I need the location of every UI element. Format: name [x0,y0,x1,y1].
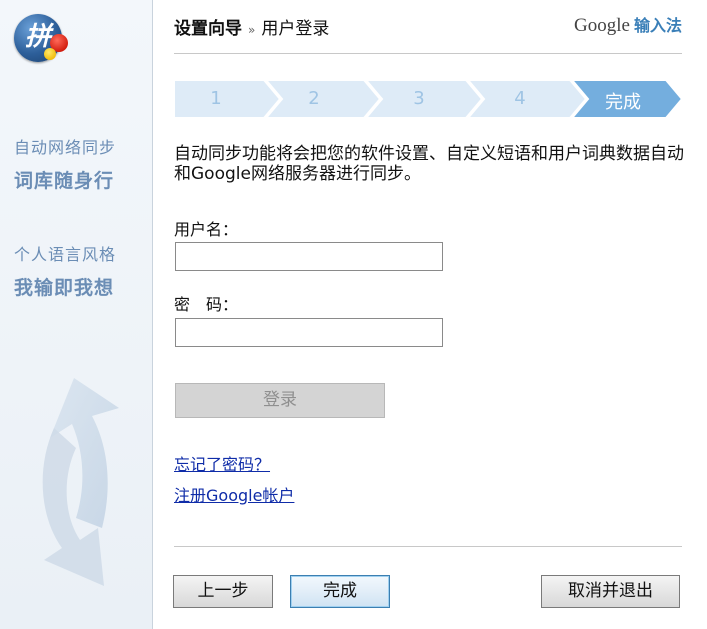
step-4-label: 4 [514,88,526,109]
header-divider [174,53,682,54]
page-title: 用户登录 [261,19,330,39]
previous-button[interactable]: 上一步 [173,575,273,608]
breadcrumb: 设置向导 » 用户登录 [174,14,329,39]
forgot-password-link[interactable]: 忘记了密码？ [174,451,270,475]
step-2-label: 2 [308,88,320,109]
logo-yellow-dot-icon [44,48,56,60]
wizard-header: 设置向导 » 用户登录 Google 输入法 [174,12,682,42]
sidebar-feature-style-slogan: 我输即我想 [14,277,115,299]
step-3-label: 3 [413,88,425,109]
brand-product-text: 输入法 [633,16,682,35]
footer-divider [174,546,682,547]
finish-button[interactable]: 完成 [290,575,390,608]
wizard-steps: 1 2 3 4 完成 [174,80,682,118]
register-account-link[interactable]: 注册Google帐户 [174,482,294,506]
sidebar-feature-sync-slogan: 词库随身行 [14,170,115,192]
wizard-title: 设置向导 [174,19,242,39]
sidebar-feature-style-title: 个人语言风格 [14,245,117,264]
password-label: 密 码： [174,295,239,314]
step-5-label: 完成 [605,92,641,113]
sync-arrows-icon [42,378,119,586]
sidebar-feature-sync-title: 自动网络同步 [14,138,117,157]
cancel-and-exit-button[interactable]: 取消并退出 [541,575,680,608]
username-input[interactable] [175,242,443,271]
sidebar-feature-sync: 自动网络同步 词库随身行 [14,134,116,193]
username-label: 用户名： [174,220,239,239]
password-input[interactable] [175,318,443,347]
brand-google-text: Google [574,15,630,36]
breadcrumb-separator-icon: » [248,23,256,37]
login-button[interactable]: 登录 [175,383,385,418]
setup-wizard-window: 拼 自动网络同步 词库随身行 个人语言风格 我输即我想 设置向导 » 用户登录 G… [0,0,707,629]
sidebar-feature-style: 个人语言风格 我输即我想 [14,241,116,300]
sidebar: 拼 自动网络同步 词库随身行 个人语言风格 我输即我想 [0,0,153,629]
sync-description: 自动同步功能将会把您的软件设置、自定义短语和用户词典数据自动和Google网络服… [174,144,684,184]
brand-logo: Google 输入法 [574,12,682,37]
step-1-label: 1 [210,88,222,109]
